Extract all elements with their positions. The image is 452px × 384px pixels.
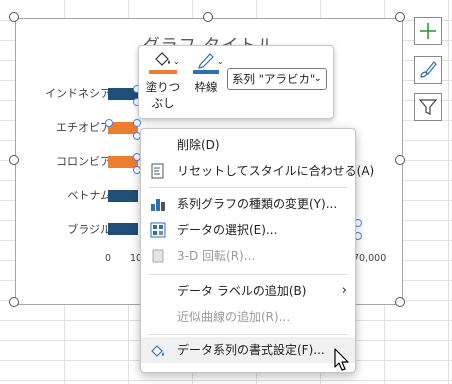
chevron-down-icon[interactable]: ⌄ <box>217 57 224 66</box>
fill-color-swatch <box>149 70 177 74</box>
bar-blue[interactable] <box>108 190 138 202</box>
fill-label: 塗りつ <box>145 80 181 94</box>
chevron-down-icon[interactable]: ⌄ <box>173 57 180 66</box>
menu-item-3d-rotation[interactable]: 3-D 回転(R)... <box>141 243 355 269</box>
chart-filters-button[interactable] <box>414 93 442 121</box>
mini-toolbar: ⌄ 塗りつ ぶし ⌄ 枠線 系列 "アラビカ" ⌄ <box>138 45 334 119</box>
chart-styles-button[interactable] <box>414 56 442 84</box>
select-data-icon <box>150 222 166 238</box>
selection-handle[interactable] <box>105 119 113 127</box>
funnel-icon <box>418 99 438 115</box>
plus-icon <box>420 23 436 39</box>
chevron-right-icon: › <box>341 283 347 298</box>
bar-chart-icon <box>151 199 165 211</box>
resize-handle-top-right[interactable] <box>395 12 405 22</box>
x-tick-label: 0 <box>105 253 112 264</box>
category-axis[interactable]: インドネシア エチオピア コロンビア ベトナム ブラジル <box>26 19 111 304</box>
series-select[interactable]: 系列 "アラビカ" ⌄ <box>227 68 327 90</box>
context-menu: 削除(D) リセットしてスタイルに合わせる(A) 系列グラフの種類の変更(Y).… <box>140 128 374 373</box>
x-tick-label: 70,000 <box>353 253 387 264</box>
resize-handle-right[interactable] <box>395 155 405 165</box>
format-series-icon <box>151 345 164 357</box>
3d-rotate-icon <box>152 249 164 263</box>
category-label: ブラジル <box>67 223 111 236</box>
menu-separator <box>149 274 347 275</box>
resize-handle-bottom-right[interactable] <box>395 297 405 307</box>
menu-item-add-trendline[interactable]: 近似曲線の追加(R)... <box>141 304 355 330</box>
fill-button[interactable]: ⌄ 塗りつ ぶし <box>145 51 181 113</box>
outline-color-swatch <box>193 70 219 74</box>
resize-handle-top[interactable] <box>203 12 213 22</box>
chart-elements-button[interactable] <box>414 17 442 45</box>
paintbrush-icon <box>420 61 437 78</box>
category-label: ベトナム <box>67 189 111 202</box>
outline-label: 枠線 <box>194 80 218 94</box>
resize-handle-top-left[interactable] <box>9 12 19 22</box>
fill-label-2: ぶし <box>151 96 175 110</box>
chevron-down-icon: ⌄ <box>313 73 322 84</box>
menu-separator <box>149 334 347 335</box>
series-select-value: 系列 "アラビカ" <box>232 72 316 86</box>
outline-button[interactable]: ⌄ 枠線 <box>189 51 224 101</box>
reset-style-icon <box>151 163 164 179</box>
pen-icon <box>198 53 214 69</box>
paint-bucket-icon <box>155 52 170 66</box>
menu-item-add-data-labels[interactable]: データ ラベルの追加(B) › <box>141 278 355 304</box>
menu-item-format-data-series[interactable]: データ系列の書式設定(F)... <box>141 337 355 363</box>
mouse-cursor-icon <box>334 348 349 371</box>
resize-handle-bottom-left[interactable] <box>9 297 19 307</box>
category-label: コロンビア <box>56 155 111 168</box>
menu-item-delete[interactable]: 削除(D) <box>141 132 355 158</box>
menu-item-reset-style[interactable]: リセットしてスタイルに合わせる(A) <box>141 158 374 184</box>
menu-item-select-data[interactable]: データの選択(E)... <box>141 217 355 243</box>
resize-handle-left[interactable] <box>9 155 19 165</box>
bar-blue[interactable] <box>108 223 138 235</box>
menu-item-change-chart-type[interactable]: 系列グラフの種類の変更(Y)... <box>141 191 355 217</box>
selection-handle[interactable] <box>133 119 141 127</box>
category-label: エチオピア <box>56 121 111 134</box>
category-label: インドネシア <box>45 87 111 100</box>
menu-separator <box>149 187 347 188</box>
